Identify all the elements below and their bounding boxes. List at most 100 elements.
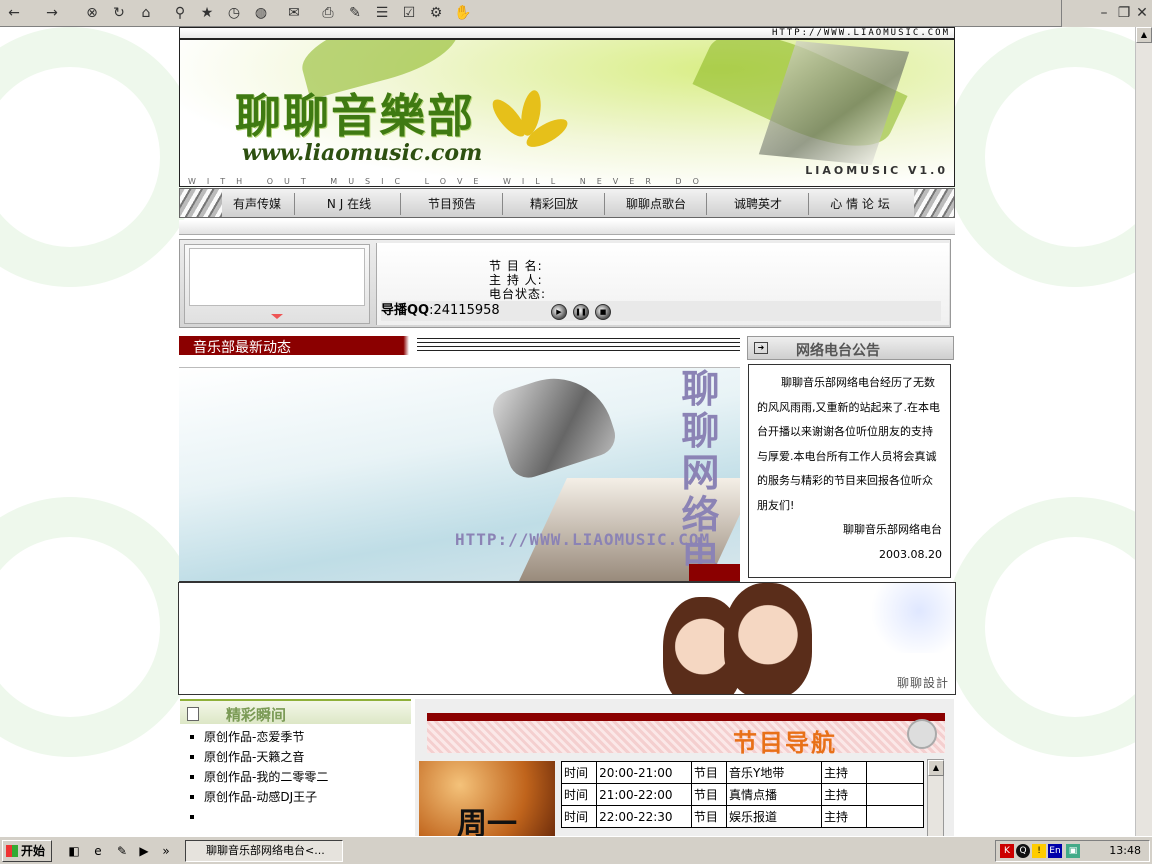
- program-label: 节目: [690, 783, 728, 806]
- back-icon[interactable]: ←: [4, 3, 24, 23]
- favorites-icon[interactable]: ★: [197, 3, 217, 23]
- qq-alert-tray-icon[interactable]: !: [1032, 844, 1046, 858]
- program-guide-title: 节目导航: [733, 729, 837, 757]
- photo-banner: 聊聊設計: [178, 582, 956, 695]
- scroll-up-icon[interactable]: ▲: [1136, 27, 1152, 43]
- announcement-signature: 聊聊音乐部网络电台: [843, 523, 942, 536]
- circle-icon: [907, 719, 937, 749]
- time-value: 21:00-22:00: [596, 783, 692, 806]
- butterfly-graphic: [865, 583, 955, 653]
- taskbar-window-title: 聊聊音乐部网络电台<...: [206, 844, 325, 857]
- close-icon[interactable]: ✕: [1132, 3, 1152, 23]
- discuss-icon[interactable]: ☰: [372, 3, 392, 23]
- radio-banner-image[interactable]: 聊聊网络电台 HTTP://WWW.LIAOMUSIC.COM: [179, 367, 740, 582]
- messenger-icon[interactable]: ☑: [399, 3, 419, 23]
- program-table: 时间 20:00-21:00 节目 音乐Y地带 主持 时间 21:00-22:0…: [560, 761, 924, 828]
- qq-tray-icon[interactable]: Q: [1016, 844, 1030, 858]
- pause-icon[interactable]: ❚❚: [573, 304, 589, 320]
- play-icon[interactable]: ▶: [551, 304, 567, 320]
- time-label: 时间: [560, 805, 598, 828]
- background-ring: [945, 497, 1135, 757]
- background-ring: [0, 27, 200, 287]
- stop-button-icon[interactable]: ■: [595, 304, 611, 320]
- nav-decoration: [914, 189, 954, 217]
- window-controls: – ❐ ✕: [1061, 0, 1152, 27]
- program-table-scrollbar[interactable]: ▲: [927, 759, 944, 836]
- site-logo[interactable]: 聊聊音樂部: [235, 80, 475, 146]
- announcement-body: 聊聊音乐部网络电台经历了无数的风风雨雨,又重新的站起来了.在本电台开播以来谢谢各…: [748, 364, 951, 578]
- motto-text: WITH OUT MUSIC LOVE WILL NEVER DO: [188, 177, 710, 186]
- system-tray: K Q ! En ▣ 13:48: [995, 840, 1150, 862]
- time-label: 时间: [560, 761, 598, 784]
- url-strip: HTTP://WWW.LIAOMUSIC.COM: [179, 27, 955, 39]
- nav-item-schedule[interactable]: 节目预告: [402, 193, 503, 215]
- nav-item-media[interactable]: 有声传媒: [220, 193, 295, 215]
- highlights-title: 精彩瞬间: [226, 706, 287, 724]
- main-nav: 有声传媒 N J 在线 节目预告 精彩回放 聊聊点歌台 诚聘英才 心 情 论 坛: [179, 188, 955, 218]
- nav-item-replay[interactable]: 精彩回放: [504, 193, 605, 215]
- program-guide-header: 节目导航: [427, 713, 945, 757]
- show-desktop-icon[interactable]: ◧: [66, 843, 82, 859]
- language-tray-icon[interactable]: En: [1048, 844, 1062, 858]
- quick-launch-chevron[interactable]: »: [158, 843, 174, 859]
- host-value: [866, 805, 924, 828]
- related-icon[interactable]: ✋: [453, 3, 473, 23]
- history-icon[interactable]: ◷: [224, 3, 244, 23]
- director-qq: 导播QQ:24115958: [381, 301, 941, 321]
- channels-icon[interactable]: ◍: [251, 3, 271, 23]
- list-item[interactable]: 原创作品-天籁之音: [180, 747, 411, 767]
- arrow-box-icon: ➜: [754, 342, 768, 354]
- nav-item-forum[interactable]: 心 情 论 坛: [810, 193, 910, 215]
- search-icon[interactable]: ⚲: [170, 3, 190, 23]
- edit-icon[interactable]: ✎: [114, 843, 130, 859]
- highlights-list: 原创作品-恋爱季节 原创作品-天籁之音 原创作品-我的二零零二 原创作品-动感D…: [180, 727, 411, 836]
- edit-icon[interactable]: ✎: [345, 3, 365, 23]
- refresh-icon[interactable]: ↻: [109, 3, 129, 23]
- weekday-label: 周一: [457, 807, 517, 836]
- tools-icon[interactable]: ⚙: [426, 3, 446, 23]
- dropdown-arrow-icon[interactable]: [271, 314, 283, 319]
- taskbar-window-button[interactable]: 聊聊音乐部网络电台<...: [185, 840, 343, 862]
- announcement-date: 2003.08.20: [879, 547, 942, 561]
- radio-image-url: HTTP://WWW.LIAOMUSIC.COM: [455, 530, 711, 549]
- speaker-graphic: [487, 368, 621, 483]
- player-display: [184, 244, 370, 324]
- media-player-icon[interactable]: ▶: [136, 843, 152, 859]
- forward-icon[interactable]: →: [42, 3, 62, 23]
- table-row: 时间 21:00-22:00 节目 真情点播 主持: [560, 783, 924, 806]
- minimize-icon[interactable]: –: [1094, 3, 1114, 23]
- network-tray-icon[interactable]: ▣: [1066, 844, 1080, 858]
- ie-icon[interactable]: e: [90, 843, 106, 859]
- player-info: 节 目 名: 主 持 人: 电台状态: 导播QQ:24115958 ▶ ❚❚ ■: [376, 243, 949, 325]
- news-title: 音乐部最新动态: [193, 340, 291, 356]
- nav-item-jobs[interactable]: 诚聘英才: [708, 193, 809, 215]
- scroll-up-icon[interactable]: ▲: [928, 760, 944, 776]
- program-guide: 节目导航 周一 时间 20:00-21:00 节目 音乐Y地带 主持 时间 21…: [415, 699, 954, 836]
- print-icon[interactable]: ⎙: [318, 3, 338, 23]
- program-value: 真情点播: [726, 783, 822, 806]
- page-scrollbar[interactable]: ▲: [1135, 27, 1152, 836]
- stop-icon[interactable]: ⊗: [82, 3, 102, 23]
- restore-icon[interactable]: ❐: [1114, 3, 1134, 23]
- nav-item-nj-online[interactable]: N J 在线: [298, 193, 401, 215]
- program-label: 节目: [690, 761, 728, 784]
- list-item[interactable]: [180, 807, 411, 827]
- nav-item-song-request[interactable]: 聊聊点歌台: [606, 193, 707, 215]
- table-row: 时间 22:00-22:30 节目 娱乐报道 主持: [560, 805, 924, 828]
- start-button[interactable]: 开始: [2, 840, 52, 862]
- home-icon[interactable]: ⌂: [136, 3, 156, 23]
- karaoke-tray-icon[interactable]: K: [1000, 844, 1014, 858]
- design-signature: 聊聊設計: [896, 676, 949, 690]
- list-item[interactable]: 原创作品-恋爱季节: [180, 727, 411, 747]
- list-item[interactable]: 原创作品-动感DJ王子: [180, 787, 411, 807]
- browser-toolbar: ← → ⊗ ↻ ⌂ ⚲ ★ ◷ ◍ ✉ ⎙ ✎ ☰ ☑ ⚙ ✋ – ❐ ✕: [0, 0, 1152, 27]
- news-header: 音乐部最新动态: [179, 336, 740, 356]
- program-value: 娱乐报道: [726, 805, 822, 828]
- player-screen: [189, 248, 365, 306]
- mail-icon[interactable]: ✉: [284, 3, 304, 23]
- document-icon: [187, 707, 199, 721]
- version-label: LIAOMUSIC V1.0: [805, 164, 948, 177]
- station-status-label: 电台状态:: [489, 287, 547, 301]
- list-item[interactable]: 原创作品-我的二零零二: [180, 767, 411, 787]
- host-label: 主持: [821, 761, 867, 784]
